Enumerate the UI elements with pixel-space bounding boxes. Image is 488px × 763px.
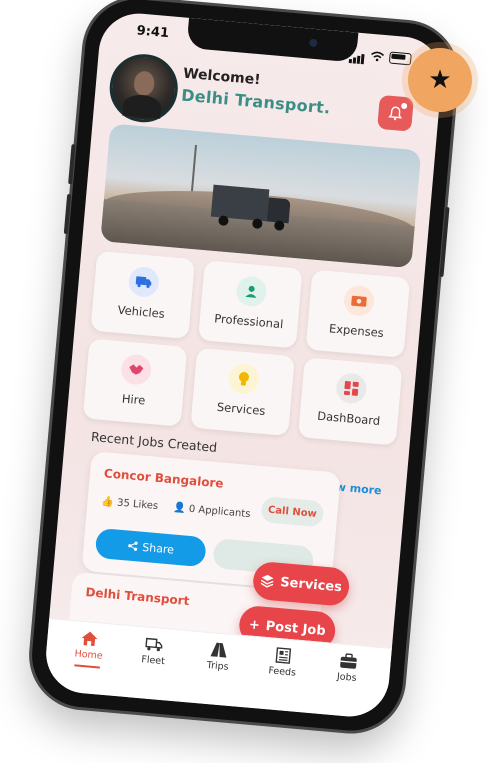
share-button[interactable]: Share	[94, 527, 207, 568]
tile-dashboard[interactable]: DashBoard	[297, 357, 403, 446]
tile-services[interactable]: Services	[190, 347, 295, 437]
money-icon	[342, 284, 376, 318]
star-badge[interactable]: ★	[408, 48, 472, 112]
tab-jobs[interactable]: Jobs	[319, 643, 373, 718]
share-icon	[127, 541, 138, 551]
trips-icon	[210, 642, 227, 658]
tab-label: Fleet	[140, 654, 166, 668]
home-icon	[81, 631, 98, 647]
services-fab-label: Services	[279, 574, 343, 595]
post-job-label: Post Job	[265, 618, 327, 639]
truck-icon	[127, 265, 161, 299]
avatar[interactable]	[106, 51, 181, 126]
tile-label: Expenses	[328, 321, 385, 341]
tab-feeds[interactable]: Feeds	[255, 638, 309, 713]
tab-label: Jobs	[336, 671, 357, 684]
tab-label: Trips	[206, 659, 230, 673]
app-screen: 9:41 Welcome! Delhi Transport. Vehicles …	[42, 10, 446, 720]
recent-jobs-title: Recent Jobs Created	[90, 428, 218, 455]
dashboard-icon	[335, 372, 368, 405]
tile-vehicles[interactable]: Vehicles	[90, 250, 196, 340]
tile-professional[interactable]: Professional	[198, 260, 303, 349]
applicants-count: 👤 0 Applicants	[172, 502, 251, 521]
layers-icon	[260, 574, 274, 588]
banner-image[interactable]	[100, 123, 422, 269]
bulb-icon	[227, 362, 261, 396]
fleet-icon	[145, 637, 163, 652]
notification-dot	[400, 102, 408, 110]
status-time: 9:41	[136, 23, 170, 42]
handshake-icon	[119, 353, 153, 386]
tile-label: DashBoard	[316, 408, 381, 429]
tab-label: Home	[74, 648, 103, 662]
status-icons	[348, 44, 412, 68]
tab-home[interactable]: Home	[61, 621, 115, 696]
user-icon: 👤	[172, 502, 190, 515]
tile-expenses[interactable]: Expenses	[305, 269, 411, 358]
star-icon: ★	[428, 65, 452, 95]
likes-count: 👍 35 Likes	[101, 496, 159, 513]
battery-icon	[388, 51, 412, 65]
tab-trips[interactable]: Trips	[190, 632, 244, 707]
camera	[309, 38, 318, 48]
tile-label: Hire	[121, 391, 146, 408]
job-title: Concor Bangalore	[103, 466, 225, 491]
tab-label: Feeds	[267, 665, 297, 679]
tab-fleet[interactable]: Fleet	[126, 626, 180, 701]
tile-label: Vehicles	[117, 302, 166, 321]
job-title: Delhi Transport	[84, 585, 190, 609]
notification-button[interactable]	[377, 94, 414, 132]
jobs-icon	[339, 653, 357, 669]
company-name: Delhi Transport.	[180, 85, 332, 118]
plus-icon: +	[248, 616, 261, 633]
feeds-icon	[275, 647, 291, 664]
tile-label: Services	[216, 399, 266, 419]
tile-label: Professional	[213, 311, 284, 332]
tile-hire[interactable]: Hire	[82, 338, 188, 427]
wifi-icon	[371, 51, 385, 61]
share-label: Share	[141, 540, 175, 557]
phone-mockup: 9:41 Welcome! Delhi Transport. Vehicles …	[27, 0, 461, 735]
person-icon	[235, 275, 268, 308]
welcome-text: Welcome!	[182, 65, 262, 89]
thumbs-up-icon: 👍	[101, 496, 118, 509]
call-now-button[interactable]: Call Now	[260, 496, 325, 528]
